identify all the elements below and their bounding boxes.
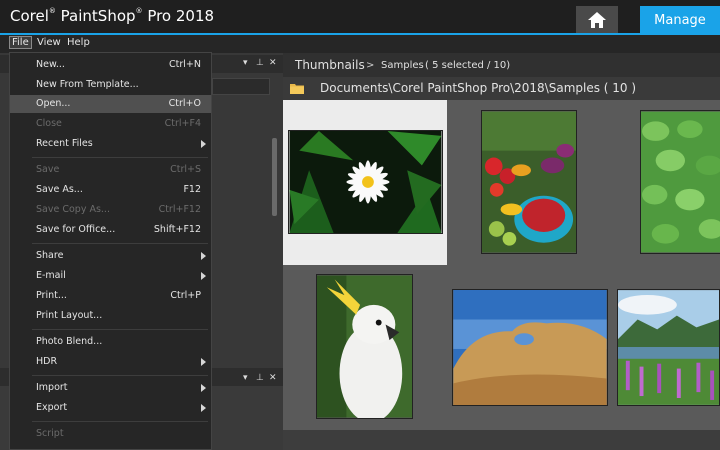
submenu-arrow-icon [201, 404, 206, 412]
title-bar: Corel® PaintShop® Pro 2018 Manage [0, 0, 720, 34]
menu-item-photo-blend[interactable]: Photo Blend... [10, 333, 211, 351]
thumbnail-lake[interactable] [617, 289, 720, 406]
menu-file[interactable]: File [9, 36, 32, 49]
menu-item-save-copy-as[interactable]: Save Copy As... Ctrl+F12 [10, 201, 211, 219]
menu-help[interactable]: Help [67, 37, 90, 48]
info-panel-menu-icon[interactable]: ▾ [243, 373, 248, 383]
thumbnail-arch[interactable] [452, 289, 608, 406]
menu-item-print-layout[interactable]: Print Layout... [10, 307, 211, 325]
menu-item-save-as[interactable]: Save As... F12 [10, 181, 211, 199]
panel-menu-icon[interactable]: ▾ [243, 58, 248, 68]
folder-path: Documents\Corel PaintShop Pro\2018\Sampl… [320, 81, 637, 95]
menu-separator [32, 375, 208, 376]
menu-item-hdr[interactable]: HDR [10, 353, 211, 371]
menu-item-save-for-office[interactable]: Save for Office... Shift+F12 [10, 221, 211, 239]
submenu-arrow-icon [201, 252, 206, 260]
folder-icon [290, 84, 304, 94]
menu-item-email[interactable]: E-mail [10, 267, 211, 285]
home-button[interactable] [576, 6, 618, 34]
vegetables-image [482, 111, 576, 253]
thumbnail-cell-vegetables[interactable] [448, 100, 612, 265]
menu-item-print[interactable]: Print... Ctrl+P [10, 287, 211, 305]
menu-separator [32, 243, 208, 244]
breadcrumb-separator: > [366, 60, 375, 71]
arch-image [453, 290, 607, 405]
file-menu: New... Ctrl+N New From Template... Open.… [9, 52, 212, 450]
submenu-arrow-icon [201, 384, 206, 392]
menu-item-script[interactable]: Script [10, 425, 211, 443]
panel-close-icon[interactable]: ✕ [269, 58, 277, 68]
submenu-arrow-icon [201, 272, 206, 280]
info-panel-pin-icon[interactable]: ⊥ [256, 373, 264, 383]
menu-separator [32, 329, 208, 330]
menu-item-save[interactable]: Save Ctrl+S [10, 161, 211, 179]
menu-bar: File View Help [0, 35, 720, 53]
breadcrumb-thumbnails[interactable]: Thumbnails [295, 58, 365, 72]
thumbnail-footer [283, 430, 720, 450]
menu-separator [32, 421, 208, 422]
breadcrumb-samples[interactable]: Samples [381, 60, 424, 71]
menu-item-import[interactable]: Import [10, 379, 211, 397]
panel-search-field[interactable] [212, 78, 270, 95]
thumbnail-cell-flower[interactable] [283, 100, 447, 265]
thumbnail-cell-arch[interactable] [448, 266, 612, 430]
menu-item-new-from-template[interactable]: New From Template... [10, 76, 211, 94]
thumbnail-leaves[interactable] [640, 110, 720, 254]
thumbnail-grid [283, 100, 720, 450]
menu-separator [32, 157, 208, 158]
thumbnail-cell-lake[interactable] [613, 266, 720, 430]
menu-item-export[interactable]: Export [10, 399, 211, 417]
app-title: Corel® PaintShop® Pro 2018 [10, 7, 215, 25]
menu-item-close[interactable]: Close Ctrl+F4 [10, 115, 211, 133]
home-icon [588, 12, 606, 28]
menu-item-new[interactable]: New... Ctrl+N [10, 56, 211, 74]
info-panel-close-icon[interactable]: ✕ [269, 373, 277, 383]
menu-item-open[interactable]: Open... Ctrl+O [10, 95, 211, 113]
menu-item-recent-files[interactable]: Recent Files [10, 135, 211, 153]
leaves-image [641, 111, 720, 253]
submenu-arrow-icon [201, 140, 206, 148]
panel-pin-icon[interactable]: ⊥ [256, 58, 264, 68]
thumbnail-cell-leaves[interactable] [613, 100, 720, 265]
submenu-arrow-icon [201, 358, 206, 366]
selection-count: ( 5 selected / 10) [425, 60, 511, 71]
thumbnail-cockatoo[interactable] [316, 274, 413, 419]
thumbnail-cell-cockatoo[interactable] [283, 266, 447, 430]
cockatoo-image [317, 275, 412, 418]
menu-view[interactable]: View [37, 37, 61, 48]
flower-image [289, 131, 442, 233]
manage-tab-button[interactable]: Manage [640, 6, 720, 34]
thumbnail-flower[interactable] [288, 130, 443, 234]
panel-scrollbar-thumb[interactable] [272, 138, 277, 216]
thumbnail-vegetables[interactable] [481, 110, 577, 254]
lake-image [618, 290, 719, 405]
menu-item-share[interactable]: Share [10, 247, 211, 265]
